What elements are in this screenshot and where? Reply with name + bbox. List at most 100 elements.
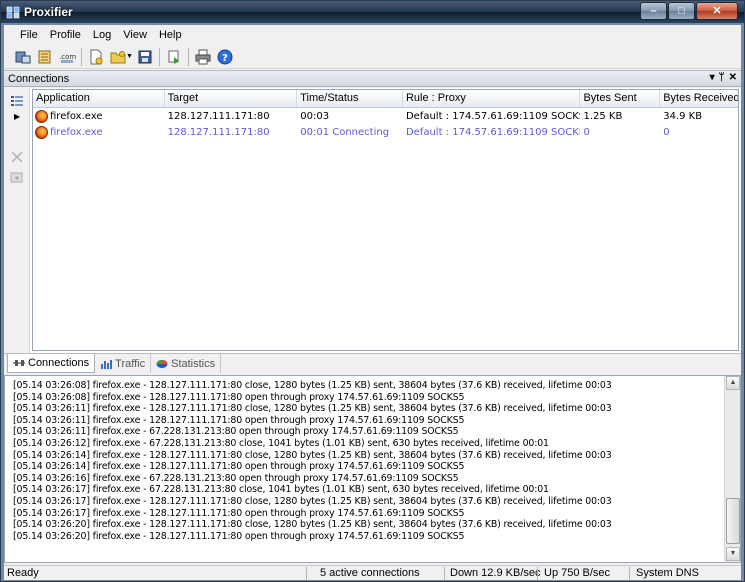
pane-menu-button[interactable]: ▾ (710, 72, 715, 83)
log-line: [05.14 03:26:14] firefox.exe - 128.127.1… (13, 461, 465, 473)
menu-profile[interactable]: Profile (44, 25, 87, 45)
log-line: [05.14 03:26:20] firefox.exe - 128.127.1… (13, 519, 612, 531)
cell-application: firefox.exe (33, 125, 165, 139)
log-lines: [05.14 03:26:08] firefox.exe - 128.127.1… (13, 380, 725, 542)
connections-table: Application Target Time/Status Rule : Pr… (32, 89, 739, 351)
connections-area: ▶ Application Target Time/Status Rule : … (4, 88, 741, 353)
column-header-application[interactable]: Application (33, 90, 165, 107)
log-line: [05.14 03:26:17] firefox.exe - 128.127.1… (13, 507, 465, 519)
cell-rule-proxy: Default : 174.57.61.69:1109 SOCKS5 (405, 126, 581, 138)
close-button[interactable]: ✕ (696, 2, 738, 20)
menu-log[interactable]: Log (87, 25, 117, 45)
cell-application: firefox.exe (33, 109, 165, 123)
column-header-bytes-received[interactable]: Bytes Received (660, 90, 738, 107)
row-pointer-icon: ▶ (14, 112, 21, 121)
print-icon (195, 49, 211, 64)
help-icon: ? (217, 49, 233, 64)
title-bar[interactable]: Proxifier – □ ✕ (1, 1, 744, 23)
cell-rule-proxy: Default : 174.57.61.69:1109 SOCKS5 (405, 110, 581, 122)
cell-target: 128.127.111.171:80 (167, 126, 270, 138)
table-row[interactable]: firefox.exe 128.127.111.171:80 00:03 Def… (33, 108, 738, 124)
toolbar-separator (188, 47, 189, 66)
cell-bytes-received: 34.9 KB (663, 110, 703, 122)
name-resolution-icon: .com (59, 53, 76, 63)
svg-text:?: ? (222, 53, 228, 64)
log-line: [05.14 03:26:11] firefox.exe - 128.127.1… (13, 403, 612, 415)
pane-close-button[interactable]: ✕ (729, 72, 737, 83)
window-title: Proxifier (24, 5, 73, 19)
export-icon (168, 50, 179, 64)
menu-view[interactable]: View (117, 25, 153, 45)
tab-connections[interactable]: Connections (7, 354, 96, 373)
connections-pane-header: Connections ▾ ᛘ ✕ (4, 70, 741, 87)
log-line: [05.14 03:26:11] firefox.exe - 67.228.13… (13, 426, 459, 438)
scroll-thumb[interactable] (726, 498, 740, 544)
tab-statistics[interactable]: Statistics (151, 354, 222, 373)
menu-help[interactable]: Help (153, 25, 188, 45)
log-scrollbar[interactable]: ▲ ▼ (724, 376, 740, 562)
export-button[interactable] (163, 47, 185, 67)
name-resolution-button[interactable]: .com (56, 47, 78, 67)
cell-bytes-received: 0 (663, 126, 670, 138)
column-header-target[interactable]: Target (165, 90, 298, 107)
status-separator (629, 567, 630, 580)
column-header-time-status[interactable]: Time/Status (297, 90, 403, 107)
menu-bar: File Profile Log View Help (4, 25, 741, 45)
status-dns: System DNS (636, 567, 699, 579)
connections-pane-title: Connections (8, 73, 70, 85)
pie-chart-icon (156, 359, 168, 368)
log-line: [05.14 03:26:11] firefox.exe - 128.127.1… (13, 414, 465, 426)
proxy-servers-button[interactable] (12, 47, 34, 67)
cell-time-status: 00:01 Connecting (300, 126, 390, 138)
menu-file[interactable]: File (14, 25, 44, 45)
log-panel[interactable]: [05.14 03:26:08] firefox.exe - 128.127.1… (4, 375, 741, 563)
status-upload-rate: Up 750 B/sec (544, 567, 611, 579)
chevron-down-icon[interactable]: ▼ (126, 53, 134, 60)
open-profile-icon (110, 50, 126, 63)
cell-bytes-sent: 0 (583, 126, 590, 138)
firefox-icon (35, 109, 48, 123)
maximize-button[interactable]: □ (668, 2, 695, 20)
log-line: [05.14 03:26:17] firefox.exe - 128.127.1… (13, 495, 612, 507)
status-separator (306, 567, 307, 580)
status-active-connections: 5 active connections (320, 567, 420, 579)
scroll-up-icon[interactable]: ▲ (726, 376, 740, 390)
view-tabs: Connections Traffic Statistics (4, 353, 741, 373)
column-header-rule-proxy[interactable]: Rule : Proxy (403, 90, 581, 107)
status-separator (537, 567, 538, 580)
toolbar: .com ▼ ? (4, 45, 741, 69)
pane-pin-button[interactable]: ᛘ (719, 72, 725, 83)
save-profile-icon (138, 50, 152, 63)
cell-bytes-sent: 1.25 KB (583, 110, 623, 122)
cell-target: 128.127.111.171:80 (167, 110, 270, 122)
columns-icon[interactable] (10, 94, 24, 108)
firefox-icon (35, 125, 48, 139)
traffic-chart-icon (101, 359, 113, 369)
scroll-down-icon[interactable]: ▼ (726, 547, 740, 561)
log-line: [05.14 03:26:14] firefox.exe - 128.127.1… (13, 449, 612, 461)
status-bar: Ready 5 active connections Down 12.9 KB/… (4, 565, 741, 580)
app-window: Proxifier – □ ✕ File Profile Log View He… (0, 0, 745, 582)
new-profile-button[interactable] (85, 47, 107, 67)
save-profile-button[interactable] (134, 47, 156, 67)
new-profile-icon (90, 49, 103, 64)
toolbar-separator (81, 47, 82, 66)
table-header: Application Target Time/Status Rule : Pr… (33, 90, 738, 108)
tab-traffic[interactable]: Traffic (95, 354, 152, 373)
log-line: [05.14 03:26:12] firefox.exe - 67.228.13… (13, 437, 549, 449)
proxy-servers-icon (15, 51, 31, 63)
toolbar-separator (159, 47, 160, 66)
status-download-rate: Down 12.9 KB/sec (450, 567, 541, 579)
help-button[interactable]: ? (214, 47, 236, 67)
client-area: File Profile Log View Help .com ▼ ? Conn… (4, 25, 741, 580)
table-row[interactable]: firefox.exe 128.127.111.171:80 00:01 Con… (33, 124, 738, 140)
close-connection-icon[interactable] (10, 150, 24, 164)
column-header-bytes-sent[interactable]: Bytes Sent (580, 90, 661, 107)
proxification-rules-button[interactable] (34, 47, 56, 67)
status-ready: Ready (7, 567, 39, 579)
log-line: [05.14 03:26:20] firefox.exe - 128.127.1… (13, 530, 465, 542)
print-button[interactable] (192, 47, 214, 67)
status-separator (444, 567, 445, 580)
minimize-button[interactable]: – (640, 2, 667, 20)
new-rule-icon[interactable] (10, 170, 24, 184)
